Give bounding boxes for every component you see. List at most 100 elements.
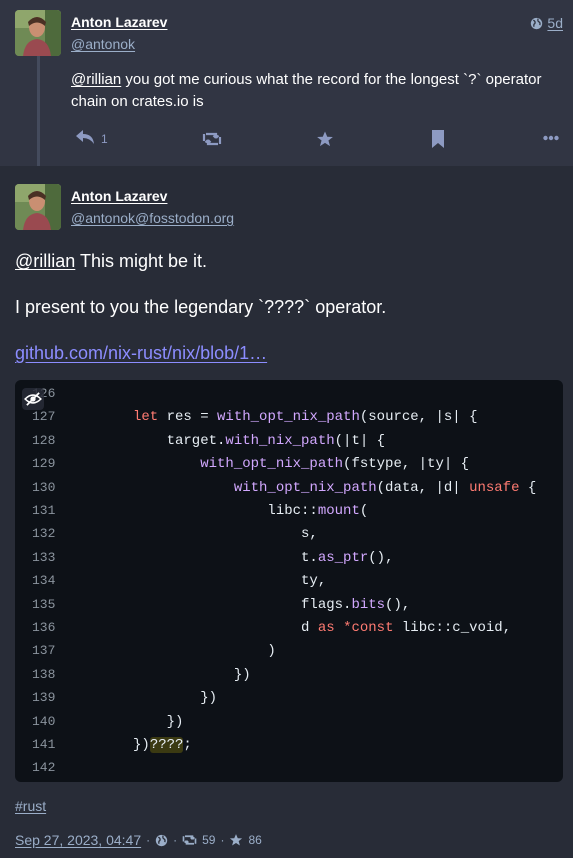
author-name[interactable]: Anton Lazarev [71,188,167,204]
status-time[interactable]: 5d [530,15,563,31]
line-number: 130 [32,479,56,495]
paragraph-text: This might be it. [75,251,208,271]
globe-icon [155,834,168,846]
code-keyword: *const [343,620,394,636]
line-number: 137 [32,643,56,659]
star-icon[interactable] [229,833,243,847]
reblog-count[interactable]: 59 [202,833,215,847]
code-text: }) [133,667,251,683]
code-token: t. [133,549,318,566]
code-token: (source, |s| { [359,409,478,426]
hide-media-button[interactable] [22,388,44,410]
retweet-icon[interactable] [182,834,197,846]
line-number: 127 [32,409,56,425]
line-number: 128 [32,432,56,448]
code-token: target. [133,432,226,449]
code-token: (data, |d| [376,479,470,496]
code-token: }) [133,690,218,707]
code-token: (|t| { [334,432,386,449]
code-token: ( [359,503,369,519]
boost-button[interactable] [202,131,222,147]
reply-button[interactable]: 1 [75,128,108,146]
code-token: }) [133,713,184,730]
line-number: 139 [32,690,56,706]
line-number: 131 [32,503,56,518]
eye-slash-icon [24,392,42,406]
code-token: (fstype, |ty| { [343,456,470,473]
relative-time[interactable]: 5d [547,15,563,31]
line-number: 140 [32,713,56,729]
author-name[interactable]: Anton Lazarev [71,14,167,30]
code-function: with_opt_nix_path [217,409,360,426]
author-handle[interactable]: @antonok@fosstodon.org [71,210,234,226]
code-token: ty, [133,573,327,590]
code-text: t.as_ptr(), [133,550,393,566]
favourite-button[interactable] [316,130,334,148]
status-paragraph: @rillian This might be it. [15,249,207,273]
reply-content: @rillian you got me curious what the rec… [71,69,551,113]
code-token: res = [158,409,218,426]
line-number: 136 [32,620,56,635]
avatar-image [15,10,61,56]
hashtag-link[interactable]: #rust [15,798,46,814]
code-token: ; [183,737,192,753]
media-attachment[interactable]: 126127let res = with_opt_nix_path(source… [15,380,563,782]
line-number: 142 [32,760,56,776]
code-text: flags.bits(), [133,597,410,613]
code-token: libc:: [133,503,318,519]
code-text: s, [133,526,318,542]
code-text: })????; [133,737,192,753]
avatar[interactable] [15,10,61,56]
bookmark-button[interactable] [431,130,445,148]
mention-link[interactable]: @rillian [15,251,75,271]
status-paragraph: I present to you the legendary `????` op… [15,297,387,317]
code-text: }) [133,690,217,706]
code-function: as_ptr [317,549,369,566]
code-text: }) [133,713,184,730]
code-keyword: as [317,620,335,636]
reply-count: 1 [101,132,108,146]
line-number: 129 [32,456,56,472]
code-function: bits [351,596,386,613]
mention-link[interactable]: @rillian [71,71,121,88]
status-paragraph: github.com/nix-rust/nix/blob/1… [15,341,267,365]
code-keyword: unsafe [469,479,520,496]
thread-line [37,56,40,166]
status-meta: Sep 27, 2023, 04:47 · · 59 · 86 [15,832,262,848]
code-token: }) [133,737,150,753]
code-token: d [133,620,318,636]
favourite-count[interactable]: 86 [248,833,261,847]
reply-status: Anton Lazarev @antonok 5d @rillian you g… [0,0,573,166]
status-date[interactable]: Sep 27, 2023, 04:47 [15,832,141,848]
author-handle[interactable]: @antonok [71,36,135,52]
more-button[interactable] [543,135,559,141]
line-number: 134 [32,573,56,589]
ellipsis-icon [543,135,559,141]
star-icon [317,131,333,147]
globe-icon [531,17,543,29]
code-token: (), [368,549,394,566]
code-text: libc::mount( [133,503,368,519]
bookmark-icon [432,130,444,148]
code-text: with_opt_nix_path(data, |d| unsafe { [133,480,536,496]
line-number: 138 [32,666,56,682]
separator: · [146,833,151,847]
code-token: }) [133,666,251,683]
separator: · [220,833,225,847]
code-function: with_nix_path [225,432,335,449]
avatar-image [15,184,61,230]
code-token: libc::c_void, [393,620,512,636]
github-link[interactable]: github.com/nix-rust/nix/blob/1… [15,343,267,363]
code-function: mount [317,503,360,519]
status-action-bar: 1 [71,128,565,152]
retweet-icon [202,132,222,146]
avatar[interactable] [15,184,61,230]
reply-all-icon [75,130,94,144]
code-highlight: ???? [149,737,184,753]
code-token: { [519,479,537,496]
code-token: s, [133,526,318,543]
line-number: 141 [32,737,56,752]
